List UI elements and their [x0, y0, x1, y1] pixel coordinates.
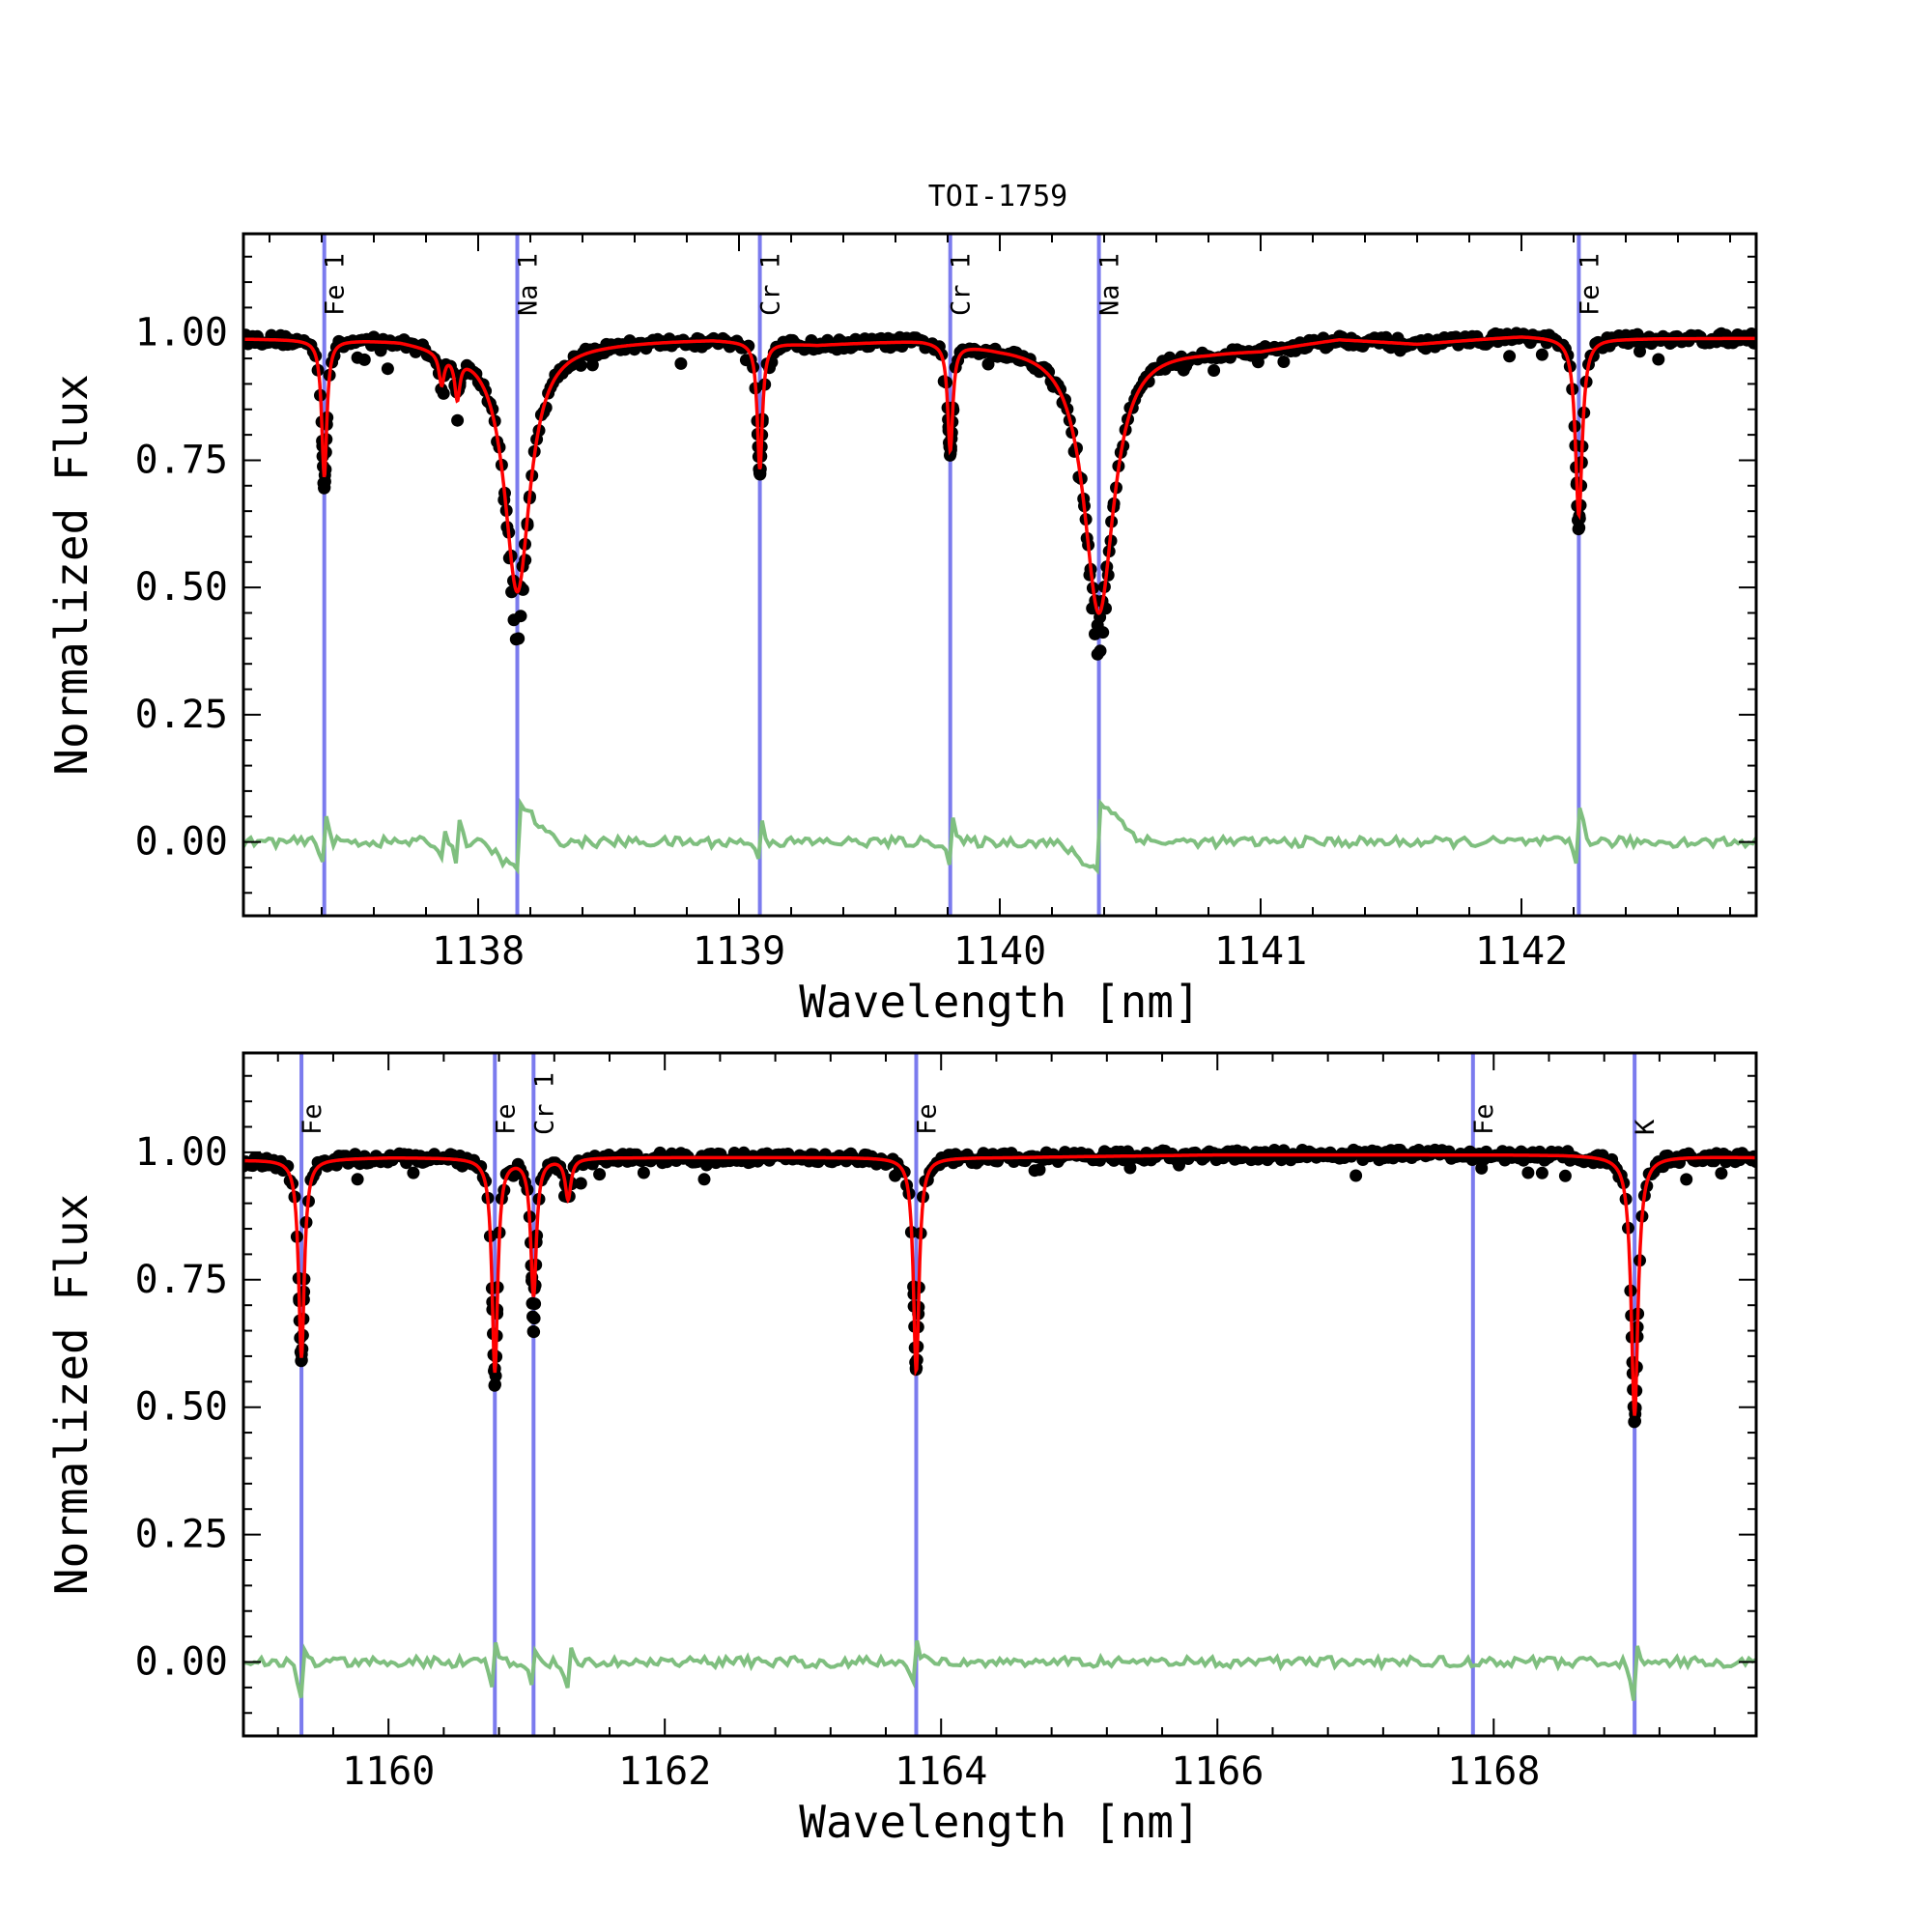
x-tick-label: 1168 — [1447, 1749, 1540, 1794]
y-tick-label: 0.50 — [135, 1385, 228, 1430]
panel-top: Fe 1 Na 1 Cr 1 Cr 1 Na 1 Fe 1 1138 1139 1140 1141… — [45, 232, 1758, 1028]
model-line — [243, 1152, 1756, 1416]
data-point — [1680, 1173, 1693, 1186]
data-point — [1096, 626, 1110, 639]
x-axis-label: Wavelength [nm] — [799, 976, 1200, 1028]
x-tick-label: 1164 — [895, 1749, 987, 1794]
x-tick-label: 1138 — [432, 929, 525, 974]
data-point — [1535, 1166, 1548, 1179]
data-point — [1208, 364, 1221, 377]
data-point — [1652, 353, 1665, 366]
panel-bottom: Fe Fe Cr 1 Fe Fe K 1160 1162 1164 1166 1168 0.00 0.2… — [45, 1051, 1758, 1848]
data-point — [674, 356, 688, 370]
data-point — [1094, 644, 1107, 658]
x-tick-label: 1141 — [1214, 929, 1307, 974]
data-point — [437, 386, 450, 400]
x-tick-label: 1162 — [618, 1749, 711, 1794]
y-tick-label: 1.00 — [135, 1130, 228, 1175]
x-tick-label: 1160 — [342, 1749, 435, 1794]
x-tick-label: 1140 — [953, 929, 1046, 974]
data-point — [381, 362, 394, 376]
observed-data — [243, 1143, 1756, 1429]
data-point — [574, 358, 587, 372]
y-tick-label: 1.00 — [135, 311, 228, 355]
data-point — [1629, 1414, 1641, 1428]
y-tick-label: 0.50 — [135, 565, 228, 610]
figure-title: TOI-1759 — [928, 180, 1068, 213]
y-tick-label: 0.00 — [135, 1639, 228, 1684]
line-marker-label: Fe 1 — [321, 253, 351, 316]
data-point — [1521, 1166, 1535, 1179]
data-point — [1277, 355, 1291, 368]
line-marker-label: Fe — [491, 1103, 521, 1135]
line-marker-label: Cr 1 — [529, 1072, 559, 1135]
spectrum-figure: TOI-1759 Fe 1 Na 1 Cr 1 Cr 1 Na 1 Fe 1 1138 113… — [45, 180, 1758, 1848]
data-point — [527, 1325, 541, 1339]
data-point — [407, 1166, 420, 1179]
residual-line — [243, 1639, 1756, 1701]
data-point — [593, 1168, 607, 1181]
y-tick-label: 0.25 — [135, 1513, 228, 1557]
y-tick-label: 0.00 — [135, 820, 228, 865]
y-tick-label: 0.75 — [135, 438, 228, 482]
data-point — [527, 1312, 541, 1325]
line-marker-label: K — [1631, 1119, 1661, 1135]
y-tick-label: 0.25 — [135, 693, 228, 737]
data-point — [351, 1173, 364, 1186]
data-point — [451, 413, 465, 427]
x-tick-label: 1139 — [693, 929, 785, 974]
observed-data — [243, 327, 1756, 661]
data-point — [1350, 1169, 1363, 1182]
line-marker-label: Fe — [298, 1103, 327, 1135]
line-marker-label: Fe — [912, 1103, 942, 1135]
x-tick-label: 1166 — [1171, 1749, 1264, 1794]
data-point — [1503, 350, 1517, 363]
y-axis-label: Normalized Flux — [45, 1194, 98, 1595]
data-point — [528, 1297, 542, 1311]
data-point — [1535, 348, 1548, 361]
y-axis-label: Normalized Flux — [45, 374, 98, 775]
y-tick-label: 0.75 — [135, 1258, 228, 1302]
line-marker-label: Na 1 — [1095, 253, 1125, 316]
residual-line — [243, 797, 1756, 875]
data-point — [1715, 1167, 1728, 1180]
plot-area — [243, 1053, 1756, 1736]
data-point — [1558, 1169, 1572, 1182]
line-marker-label: Fe 1 — [1575, 253, 1605, 316]
line-marker-label: Cr 1 — [947, 253, 977, 316]
line-marker-label: Na 1 — [514, 253, 544, 316]
x-tick-label: 1142 — [1475, 929, 1568, 974]
data-point — [697, 1173, 711, 1186]
x-axis-label: Wavelength [nm] — [799, 1796, 1200, 1848]
line-marker-label: Cr 1 — [756, 253, 786, 316]
data-point — [512, 632, 526, 645]
data-point — [357, 353, 371, 366]
data-point — [514, 610, 527, 623]
plot-area — [243, 234, 1756, 916]
line-marker-label: Fe — [1469, 1103, 1499, 1135]
data-point — [637, 1166, 650, 1179]
